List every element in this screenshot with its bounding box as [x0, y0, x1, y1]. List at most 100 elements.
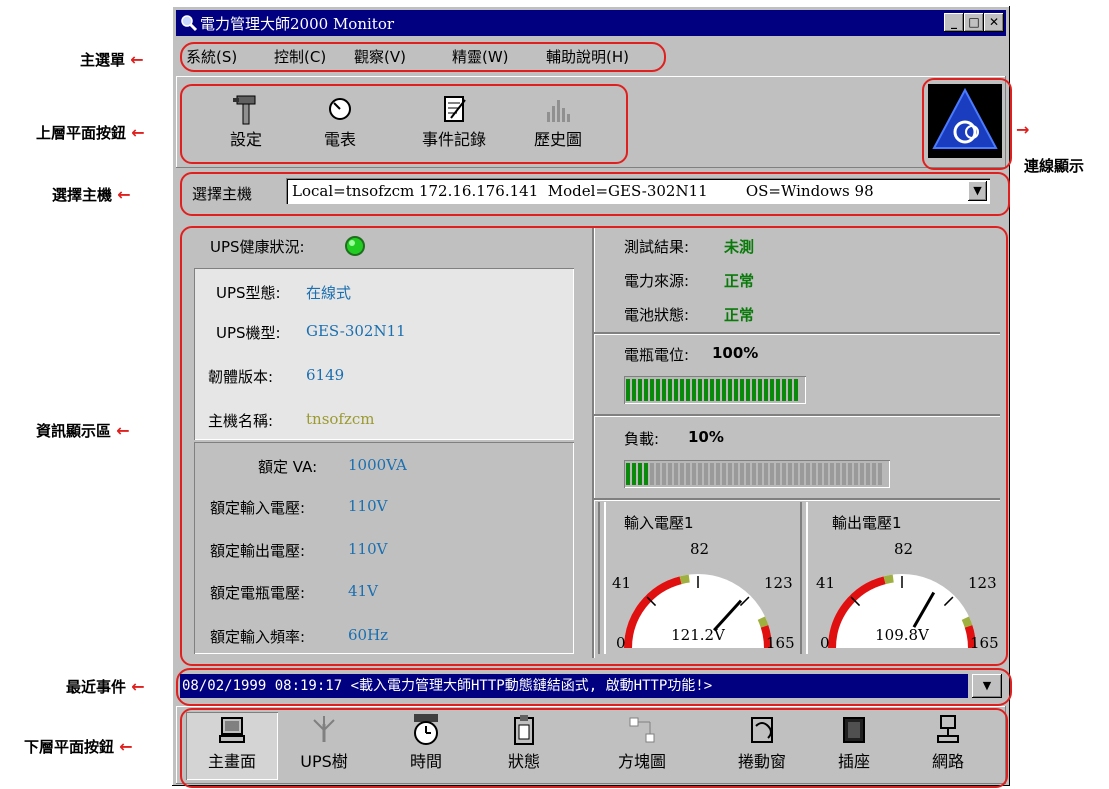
block-diagram-label: 方塊圖	[617, 752, 666, 771]
load-bar-segment	[824, 463, 828, 485]
rated-input-voltage-value: 110V	[348, 497, 388, 515]
battery-level-bar-segment	[626, 379, 630, 401]
health-status-led-icon	[345, 236, 365, 256]
gauge-marker-high	[961, 616, 973, 628]
close-button[interactable]: ✕	[984, 13, 1004, 32]
status-button[interactable]: 狀態	[478, 712, 570, 772]
firmware-label: 韌體版本:	[208, 368, 274, 386]
event-log-button[interactable]: 事件記錄	[404, 92, 504, 150]
network-label: 網路	[931, 752, 964, 771]
rated-battery-voltage-value: 41V	[348, 582, 378, 600]
load-bar-segment	[794, 463, 798, 485]
annotation-main-menu: 主選單 ←	[80, 50, 144, 69]
maximize-button[interactable]: □	[964, 13, 984, 32]
load-bar-segment	[704, 463, 708, 485]
battery-level-bar-segment	[782, 379, 786, 401]
history-chart-button[interactable]: 歷史圖	[518, 92, 598, 150]
power-source-value: 正常	[724, 272, 755, 290]
battery-level-bar-segment	[764, 379, 768, 401]
battery-level-bar-segment	[734, 379, 738, 401]
gauge-marker-low	[883, 574, 894, 585]
load-bar-segment	[710, 463, 714, 485]
host-select-dropdown[interactable]: Local=tnsofzcm 172.16.176.141 Model=GES-…	[286, 178, 990, 204]
history-chart-label: 歷史圖	[533, 130, 582, 149]
title-bar[interactable]: 電力管理大師2000 Monitor _ □ ✕	[176, 10, 1006, 36]
minimize-button[interactable]: _	[944, 13, 964, 32]
rated-output-voltage-label: 額定輸出電壓:	[210, 542, 306, 560]
outlet-button[interactable]: 插座	[808, 712, 900, 772]
recent-event-field[interactable]: 08/02/1999 08:19:17 <載入電力管理大師HTTP動態鏈結函式,…	[180, 674, 968, 698]
main-screen-label: 主畫面	[207, 752, 256, 771]
battery-level-bar-segment	[698, 379, 702, 401]
annotation-connection: 連線顯示	[1024, 157, 1085, 175]
battery-level-bar-segment	[758, 379, 762, 401]
chevron-down-icon[interactable]: ▼	[968, 181, 987, 201]
gauge-tick-label: 82	[690, 540, 709, 558]
block-diagram-button[interactable]: 方塊圖	[596, 712, 688, 772]
battery-level-bar-segment	[728, 379, 732, 401]
rated-input-voltage-label: 額定輸入電壓:	[210, 499, 306, 517]
network-icon	[937, 715, 959, 743]
settings-button[interactable]: 設定	[206, 92, 286, 150]
outlet-icon	[843, 717, 865, 743]
meter-button[interactable]: 電表	[300, 92, 380, 150]
clock-icon	[414, 714, 438, 745]
load-bar-segment	[806, 463, 810, 485]
gauge-tick-label: 82	[894, 540, 913, 558]
test-result-label: 測試結果:	[624, 238, 690, 256]
bar-chart-icon	[547, 100, 570, 122]
load-bar-segment	[800, 463, 804, 485]
gauge-marker-high	[757, 616, 769, 628]
ups-tree-button[interactable]: UPS樹	[278, 712, 370, 772]
load-bar-segment	[758, 463, 762, 485]
gauge-tick-label: 41	[612, 574, 631, 592]
load-bar-segment	[740, 463, 744, 485]
load-bar-segment	[632, 463, 636, 485]
main-screen-button[interactable]: 主畫面	[186, 712, 278, 780]
battery-level-bar-segment	[746, 379, 750, 401]
battery-level-bar-segment	[638, 379, 642, 401]
load-bar-segment	[782, 463, 786, 485]
input-voltage-gauge-title: 輸入電壓1	[624, 514, 694, 532]
network-button[interactable]: 網路	[902, 712, 994, 772]
battery-level-bar-segment	[704, 379, 708, 401]
load-label: 負載:	[624, 430, 660, 448]
battery-level-bar-segment	[716, 379, 720, 401]
battery-level-value: 100%	[712, 344, 759, 362]
rated-output-voltage-value: 110V	[348, 540, 388, 558]
load-bar-segment	[644, 463, 648, 485]
load-bar-segment	[734, 463, 738, 485]
gauge-icon	[329, 98, 351, 120]
load-bar-segment	[788, 463, 792, 485]
divider	[594, 498, 1000, 500]
battery-level-bar-segment	[788, 379, 792, 401]
load-bar-segment	[854, 463, 858, 485]
status-label: 狀態	[507, 752, 540, 771]
load-bar-segment	[674, 463, 678, 485]
magnifier-icon	[181, 15, 198, 32]
tree-icon	[313, 716, 335, 742]
battery-level-label: 電瓶電位:	[624, 346, 690, 364]
outlet-label: 插座	[837, 752, 870, 771]
firmware-value: 6149	[306, 366, 345, 384]
ups-model-value: GES-302N11	[306, 322, 406, 340]
load-bar-segment	[842, 463, 846, 485]
load-bar-segment	[686, 463, 690, 485]
host-name-label: 主機名稱:	[208, 412, 274, 430]
load-bar-segment	[812, 463, 816, 485]
input-voltage-gauge: 0 41 82 123 165 121.2V	[612, 540, 795, 652]
time-button[interactable]: 時間	[380, 712, 472, 772]
chevron-down-icon[interactable]: ▼	[972, 674, 1002, 698]
scroll-window-button[interactable]: 捲動窗	[716, 712, 808, 772]
gauge-tick-label: 123	[764, 574, 793, 592]
ups-tree-label: UPS樹	[300, 752, 348, 771]
scroll-window-label: 捲動窗	[737, 752, 786, 771]
battery-level-bar-segment	[650, 379, 654, 401]
load-bar-segment	[878, 463, 882, 485]
gauge-tick-label: 41	[816, 574, 835, 592]
load-bar-segment	[626, 463, 630, 485]
load-bar-segment	[662, 463, 666, 485]
test-result-value: 未測	[724, 238, 755, 256]
battery-level-bar-segment	[674, 379, 678, 401]
battery-level-bar-segment	[644, 379, 648, 401]
